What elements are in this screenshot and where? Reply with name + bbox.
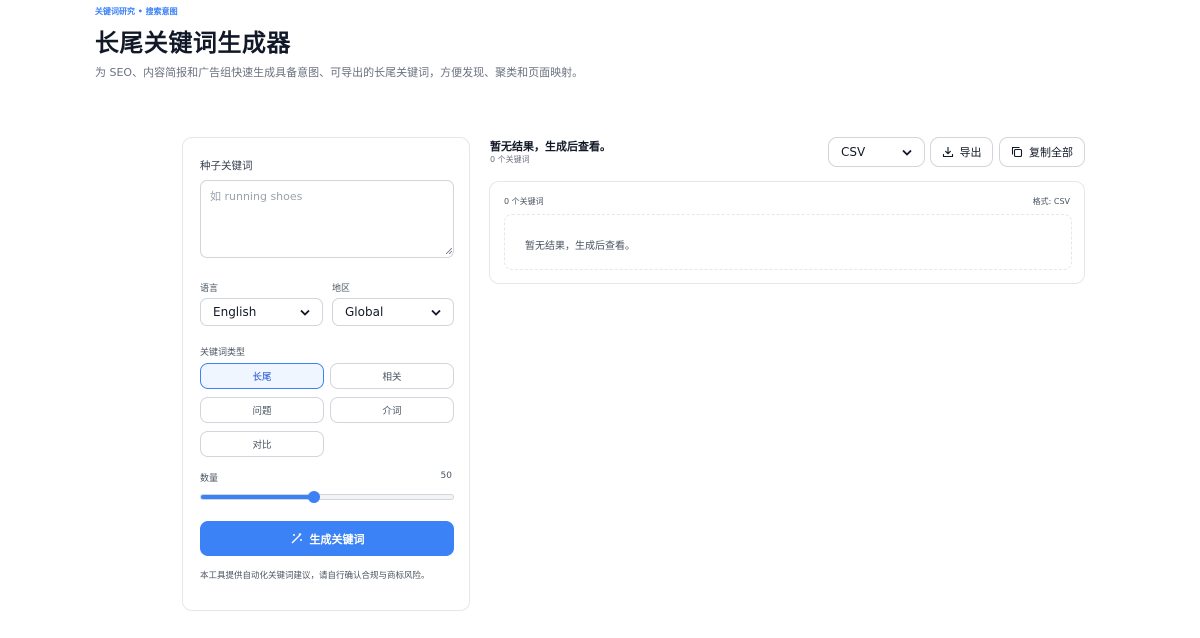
copy-icon	[1011, 146, 1023, 158]
type-option-related[interactable]: 相关	[330, 363, 454, 389]
results-card-format: 格式: CSV	[1032, 197, 1070, 206]
region-select[interactable]: Global	[332, 298, 454, 326]
quantity-slider-fill	[201, 495, 315, 499]
quantity-value: 50	[440, 471, 452, 481]
breadcrumb: 关键词研究 • 搜索意图	[95, 7, 178, 16]
export-button[interactable]: 导出	[930, 137, 993, 167]
keyword-type-label: 关键词类型	[200, 348, 246, 358]
export-label: 导出	[959, 146, 982, 159]
generator-form-card: 种子关键词 语言 地区 English Global 关键词类型 长尾 相关 问…	[182, 137, 470, 611]
chevron-down-icon	[902, 149, 912, 156]
copy-all-button[interactable]: 复制全部	[999, 137, 1085, 167]
type-option-longtail[interactable]: 长尾	[200, 363, 324, 389]
region-label: 地区	[332, 284, 351, 294]
results-card: 0 个关键词 格式: CSV 暂无结果，生成后查看。	[489, 181, 1085, 284]
seed-keyword-input[interactable]	[200, 180, 454, 258]
type-option-comparison[interactable]: 对比	[200, 431, 324, 457]
generate-keywords-label: 生成关键词	[309, 532, 365, 546]
format-select[interactable]: CSV	[828, 137, 925, 167]
empty-state: 暂无结果，生成后查看。	[504, 214, 1072, 270]
quantity-slider-thumb[interactable]	[308, 491, 321, 503]
chevron-down-icon	[431, 309, 441, 316]
language-label: 语言	[200, 284, 219, 294]
disclaimer-text: 本工具提供自动化关键词建议，请自行确认合规与商标风险。	[200, 571, 430, 581]
copy-all-label: 复制全部	[1029, 146, 1073, 159]
chevron-down-icon	[300, 309, 310, 316]
type-option-preposition[interactable]: 介词	[330, 397, 454, 423]
seed-keyword-label: 种子关键词	[200, 160, 253, 172]
page-description: 为 SEO、内容简报和广告组快速生成具备意图、可导出的长尾关键词，方便发现、聚类…	[95, 66, 584, 79]
resize-handle-icon[interactable]	[446, 248, 452, 254]
language-select[interactable]: English	[200, 298, 323, 326]
empty-state-message: 暂无结果，生成后查看。	[525, 241, 635, 252]
format-select-value: CSV	[841, 145, 866, 159]
region-select-value: Global	[345, 305, 384, 319]
generate-keywords-button[interactable]: 生成关键词	[200, 521, 454, 556]
results-count: 0 个关键词	[490, 155, 530, 164]
page-title: 长尾关键词生成器	[95, 29, 291, 57]
quantity-slider[interactable]	[200, 494, 454, 500]
download-icon	[942, 147, 953, 158]
quantity-label: 数量	[200, 474, 219, 484]
results-status-title: 暂无结果，生成后查看。	[490, 140, 611, 153]
language-select-value: English	[213, 305, 257, 319]
results-card-count: 0 个关键词	[504, 197, 544, 206]
page-header: 关键词研究 • 搜索意图 长尾关键词生成器 为 SEO、内容简报和广告组快速生成…	[95, 6, 583, 80]
wand-icon	[291, 533, 302, 544]
type-option-question[interactable]: 问题	[200, 397, 324, 423]
